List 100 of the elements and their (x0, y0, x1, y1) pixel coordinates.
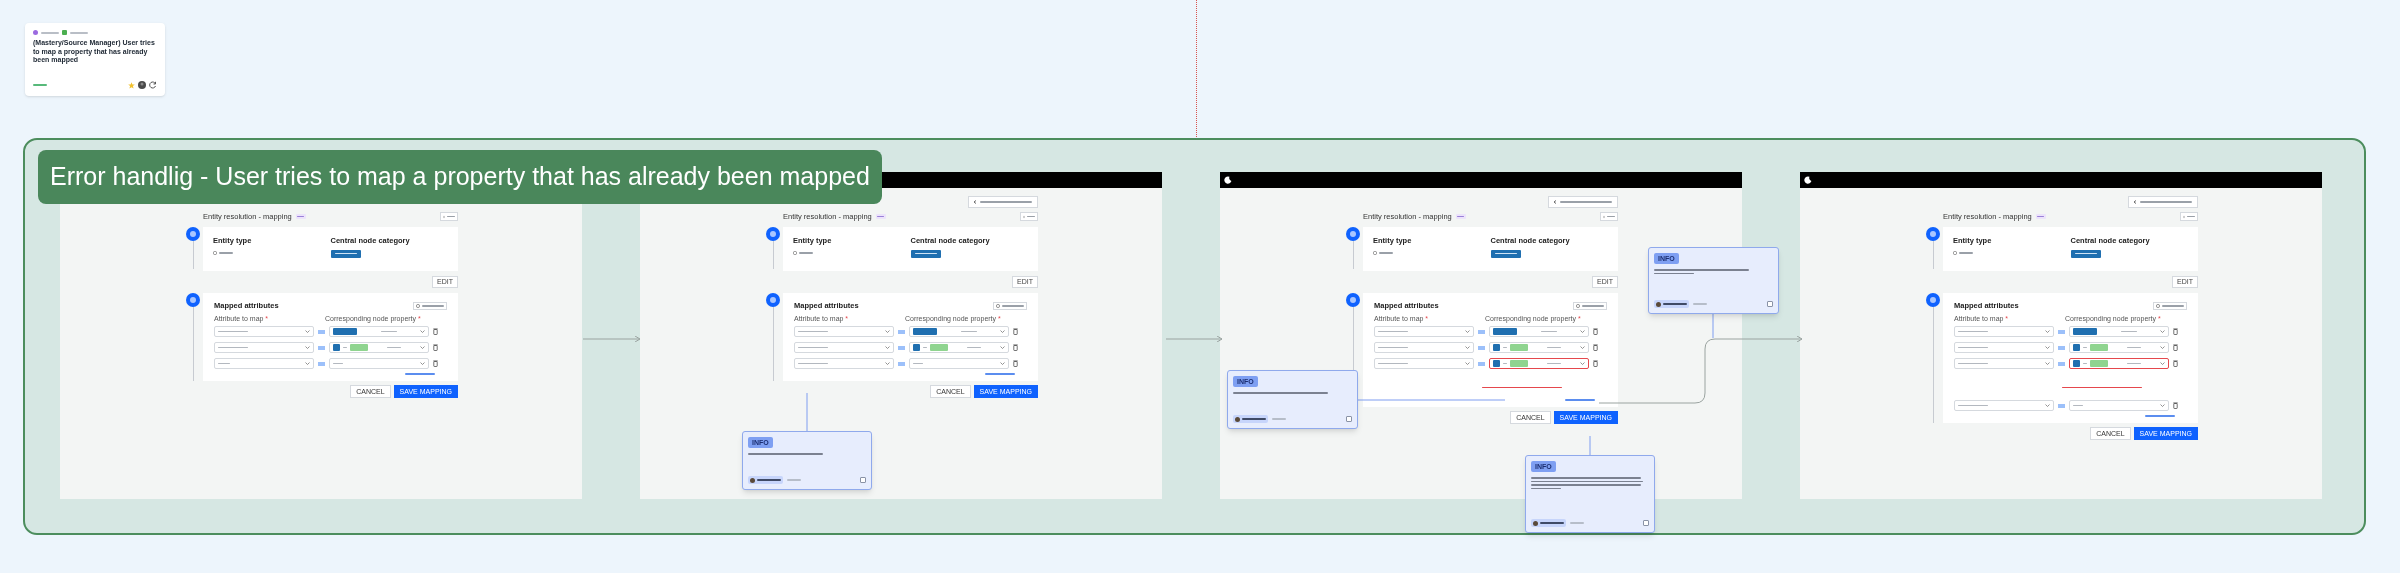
illegible-text (1378, 362, 1408, 365)
equals-icon (2058, 403, 2065, 408)
back-button[interactable] (968, 196, 1038, 208)
trash-icon (2173, 402, 2178, 409)
add-link[interactable] (1565, 399, 1595, 401)
trash-icon (2173, 360, 2178, 367)
checkbox[interactable] (1767, 301, 1773, 307)
chip (1510, 360, 1528, 367)
illegible-text (967, 346, 981, 349)
connector-line (806, 392, 808, 432)
equals-icon (898, 329, 905, 334)
chip (1510, 344, 1528, 351)
illegible-text (2083, 346, 2087, 349)
step-icon (186, 293, 200, 308)
add-link[interactable] (2145, 415, 2175, 417)
back-button[interactable] (1548, 196, 1618, 208)
chevron-icon (885, 346, 890, 349)
avatar-icon (1235, 416, 1240, 422)
avatar-icon (138, 81, 146, 89)
chevron-icon (2160, 346, 2165, 349)
chip (930, 344, 948, 351)
step-icon (1346, 227, 1360, 242)
checkbox[interactable] (1643, 520, 1649, 526)
chevron-icon (420, 362, 425, 365)
equals-icon (1478, 329, 1485, 334)
ticket-icon (62, 30, 67, 35)
chevron-icon (305, 346, 310, 349)
info-button[interactable] (413, 301, 447, 310)
step-icon (1346, 293, 1360, 308)
chevron-icon (2045, 346, 2050, 349)
checkbox[interactable] (860, 477, 866, 483)
illegible-text (218, 346, 248, 349)
step-icon (1926, 293, 1940, 308)
illegible-text (218, 362, 230, 365)
chip (913, 344, 920, 351)
chevron-icon (1000, 346, 1005, 349)
help-button[interactable] (440, 212, 458, 222)
trash-icon (1013, 344, 1018, 351)
trash-icon (2173, 328, 2178, 335)
checkbox[interactable] (1346, 416, 1352, 422)
info-icon (416, 303, 420, 308)
entity-icon (1953, 250, 1957, 255)
section-title: Error handlig - User tries to map a property that has already been mapped (38, 150, 882, 204)
illegible-text (2074, 252, 2097, 255)
chevron-icon (2160, 404, 2165, 407)
tag-icon (33, 30, 38, 35)
add-link[interactable] (405, 373, 435, 375)
illegible-text (41, 31, 59, 34)
select-field[interactable] (2069, 358, 2169, 369)
illegible-text (1378, 346, 1408, 349)
help-button[interactable] (1600, 212, 1618, 222)
illegible-text (2127, 346, 2141, 349)
info-icon (996, 303, 1000, 308)
illegible-text (960, 330, 977, 333)
illegible-text (334, 252, 357, 255)
illegible-text (1958, 346, 1988, 349)
chevron-icon (305, 330, 310, 333)
trash-icon (433, 344, 438, 351)
illegible-text (1027, 215, 1035, 218)
avatar-icon (1533, 520, 1538, 526)
equals-icon (898, 361, 905, 366)
step-line (1352, 241, 1354, 270)
chip (333, 344, 340, 351)
chevron-icon (2045, 330, 2050, 333)
help-button[interactable] (1020, 212, 1038, 222)
avatar-icon (750, 477, 755, 483)
chevron-icon (1000, 330, 1005, 333)
info-button[interactable] (993, 301, 1027, 310)
step-icon (766, 227, 780, 242)
trash-icon (1593, 328, 1598, 335)
connector-line (1589, 435, 1591, 456)
chip (1493, 344, 1500, 351)
chevron-icon (885, 362, 890, 365)
illegible-text (798, 346, 828, 349)
illegible-text (2073, 404, 2083, 407)
trash-icon (433, 328, 438, 335)
illegible-text (380, 330, 397, 333)
chevron-icon (2160, 362, 2165, 365)
help-button[interactable] (2180, 212, 2198, 222)
illegible-text (343, 346, 347, 349)
illegible-text (1958, 404, 1988, 407)
info-button[interactable] (1573, 301, 1607, 310)
illegible-text (799, 251, 813, 254)
chip (2090, 360, 2108, 367)
equals-icon (2058, 329, 2065, 334)
back-button[interactable] (2128, 196, 2198, 208)
add-link[interactable] (985, 373, 1015, 375)
select-field[interactable] (1489, 358, 1589, 369)
equals-icon (318, 361, 325, 366)
illegible-text (798, 362, 828, 365)
flow-arrow (1165, 335, 1223, 343)
chip (1493, 360, 1500, 367)
flow-arrow (582, 335, 641, 343)
chevron-icon (1465, 330, 1470, 333)
illegible-text (2083, 362, 2087, 365)
refresh-icon (149, 81, 157, 89)
trash-icon (1013, 328, 1018, 335)
info-button[interactable] (2153, 301, 2187, 310)
star-icon (128, 81, 135, 89)
illegible-text (1494, 252, 1517, 255)
